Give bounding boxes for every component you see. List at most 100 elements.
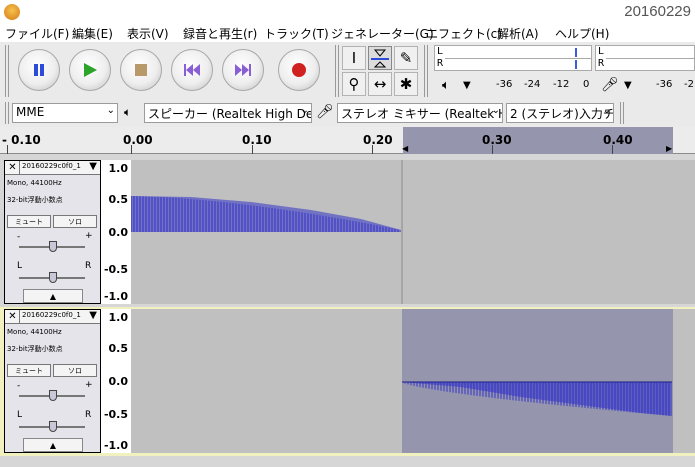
audacity-logo-icon (4, 4, 20, 20)
zoom-tool-button[interactable]: ⚲ (342, 72, 366, 96)
toolbar-grip[interactable] (335, 45, 339, 97)
track-name-button[interactable]: 20160229c0f0_1 (22, 162, 81, 170)
speaker-icon: 🔈︎ (124, 105, 132, 119)
title-bar: 20160229 (0, 0, 695, 24)
menu-effect[interactable]: エフェクト(c) (426, 25, 502, 42)
pencil-icon: ✎ (399, 49, 413, 67)
window-title: 20160229 (624, 3, 691, 20)
menu-help[interactable]: ヘルプ(H) (555, 25, 609, 42)
audio-host-select[interactable]: MME ⌄ (12, 103, 118, 123)
track-amplitude-scale[interactable]: 1.0 0.5 0.0 -0.5 -1.0 (101, 160, 131, 304)
selection-tool-button[interactable]: I (342, 46, 366, 70)
selection-start-marker-icon[interactable]: ◀ (402, 144, 408, 153)
ruler-label: 0.10 (242, 133, 272, 147)
meter-left-label: L (437, 46, 444, 57)
envelope-tool-button[interactable] (368, 46, 392, 70)
play-button[interactable] (69, 49, 111, 91)
meter-tick: 0 (583, 79, 590, 90)
scale-label: 0.5 (108, 193, 129, 206)
chevron-down-icon: ⌄ (602, 105, 611, 116)
track-amplitude-scale[interactable]: 1.0 0.5 0.0 -0.5 -1.0 (101, 309, 131, 453)
skip-to-start-button[interactable] (171, 49, 213, 91)
ruler-label: 0.30 (482, 133, 512, 147)
pan-slider-thumb[interactable] (49, 421, 57, 432)
meter-tick: -2 (684, 79, 694, 90)
meter-divider (445, 58, 591, 59)
output-device-select[interactable]: スピーカー (Realtek High Def ⌄ (144, 103, 312, 123)
toolbar-grip[interactable] (424, 45, 428, 97)
draw-tool-button[interactable]: ✎ (394, 46, 418, 70)
pan-right-label: R (85, 261, 92, 271)
play-icon (84, 63, 97, 77)
pause-icon (34, 64, 44, 76)
ruler-tick (492, 145, 493, 154)
toolbar-grip[interactable] (5, 45, 9, 97)
playback-meter[interactable]: L R (434, 45, 592, 71)
microphone-icon: 🎤︎ (601, 77, 619, 93)
chevron-down-icon: ⌄ (491, 105, 500, 116)
menu-edit[interactable]: 編集(E) (72, 25, 113, 42)
record-meter-dropdown-icon[interactable]: ▼ (624, 80, 632, 91)
audio-track[interactable]: ✕ 20160229c0f0_1 ▼ Mono, 44100Hz 32-bit浮… (0, 158, 695, 307)
gain-slider-thumb[interactable] (49, 241, 57, 252)
ruler-tick (612, 145, 613, 154)
waveform-background (403, 160, 695, 304)
meter-tick: -12 (553, 79, 570, 90)
track-control-panel: ✕ 20160229c0f0_1 ▼ Mono, 44100Hz 32-bit浮… (4, 309, 101, 453)
time-shift-tool-button[interactable]: ↔ (368, 72, 392, 96)
gain-slider-thumb[interactable] (49, 390, 57, 401)
record-meter[interactable]: L R (595, 45, 695, 71)
audio-track[interactable]: ✕ 20160229c0f0_1 ▼ Mono, 44100Hz 32-bit浮… (0, 307, 695, 456)
menu-bar: ファイル(F) 編集(E) 表示(V) 録音と再生(r) トラック(T) ジェネ… (0, 24, 695, 42)
collapse-track-button[interactable]: ▲ (23, 438, 83, 452)
track-format-info: 32-bit浮動小数点 (7, 196, 63, 204)
track-menu-arrow-icon[interactable]: ▼ (89, 310, 97, 321)
track-menu-arrow-icon[interactable]: ▼ (89, 161, 97, 172)
pan-slider-thumb[interactable] (49, 272, 57, 283)
toolbar-grip[interactable] (620, 102, 624, 124)
input-channels-value: 2 (ステレオ)入力チ (510, 107, 614, 121)
scale-label: 1.0 (108, 311, 129, 324)
stop-button[interactable] (120, 49, 162, 91)
solo-button[interactable]: ソロ (53, 215, 97, 228)
input-channels-select[interactable]: 2 (ステレオ)入力チ ⌄ (506, 103, 614, 123)
waveform-background (673, 309, 695, 453)
magnifier-icon: ⚲ (348, 75, 360, 93)
triangle-up-icon: ▲ (49, 441, 57, 450)
mute-button[interactable]: ミュート (7, 215, 51, 228)
collapse-track-button[interactable]: ▲ (23, 289, 83, 303)
meter-peak-right (575, 60, 577, 69)
menu-tracks[interactable]: トラック(T) (264, 25, 329, 42)
menu-file[interactable]: ファイル(F) (5, 25, 69, 42)
multi-tool-button[interactable]: ✱ (394, 72, 418, 96)
playback-meter-dropdown-icon[interactable]: ▼ (463, 80, 471, 91)
rec-meter-right-label: R (598, 58, 605, 69)
menu-analyze[interactable]: 解析(A) (497, 25, 539, 42)
speaker-icon: 🔈︎ (442, 78, 450, 93)
record-button[interactable] (278, 49, 320, 91)
scale-label: 0.5 (108, 342, 129, 355)
pan-left-label: L (17, 261, 23, 271)
toolbar-grip[interactable] (5, 102, 9, 124)
menu-generate[interactable]: ジェネレーター(G) (331, 25, 434, 42)
solo-button[interactable]: ソロ (53, 364, 97, 377)
meter-peak-left (575, 48, 577, 57)
skip-to-end-button[interactable] (222, 49, 264, 91)
gain-minus-label: - (17, 232, 21, 242)
menu-view[interactable]: 表示(V) (127, 25, 169, 42)
close-icon[interactable]: ✕ (6, 161, 20, 174)
waveform-display[interactable] (131, 160, 695, 304)
track-name-button[interactable]: 20160229c0f0_1 (22, 311, 81, 319)
input-device-select[interactable]: ステレオ ミキサー (Realtek Hig ⌄ (337, 103, 503, 123)
microphone-icon: 🎤︎ (316, 104, 334, 120)
gain-minus-label: - (17, 381, 21, 391)
menu-transport[interactable]: 録音と再生(r) (183, 25, 257, 42)
waveform-display[interactable] (131, 309, 695, 453)
pause-button[interactable] (18, 49, 60, 91)
close-icon[interactable]: ✕ (6, 310, 20, 323)
selection-end-marker-icon[interactable]: ▶ (666, 144, 672, 153)
waveform-background (131, 309, 402, 453)
input-device-value: ステレオ ミキサー (Realtek Hig (341, 107, 503, 121)
mute-button[interactable]: ミュート (7, 364, 51, 377)
rec-meter-left-label: L (598, 46, 605, 57)
